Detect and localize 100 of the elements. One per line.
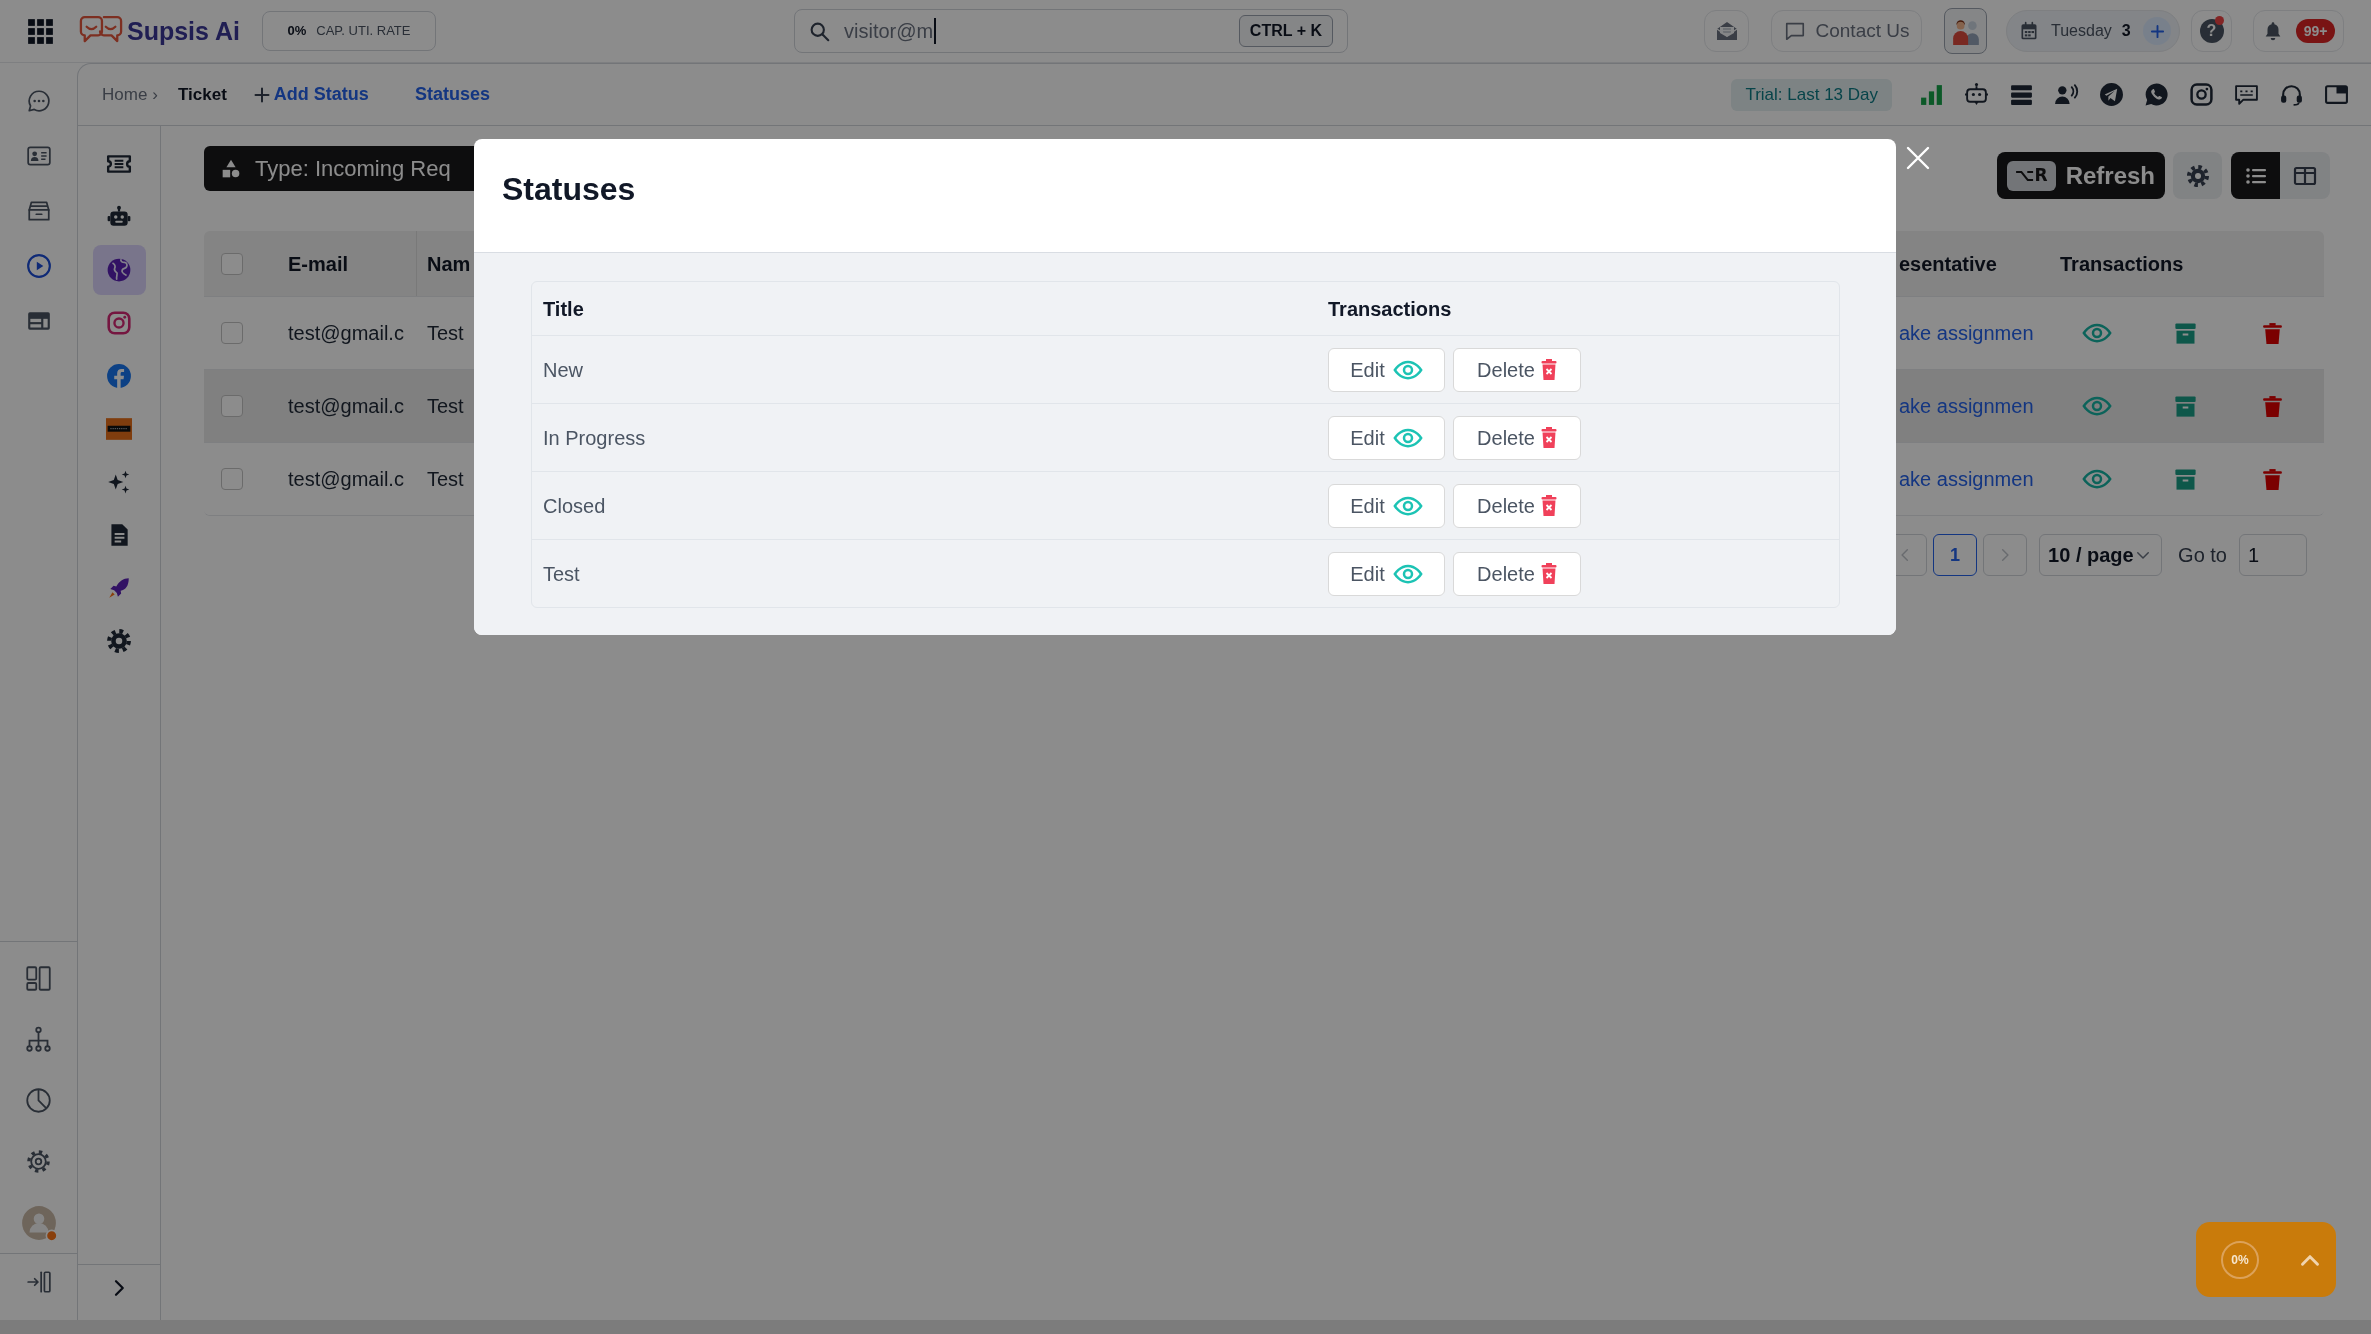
breadcrumb-separator: › xyxy=(152,83,159,106)
add-status-link[interactable]: Add Status xyxy=(253,81,369,108)
sms-bubble-icon[interactable] xyxy=(2234,82,2259,107)
delete-button[interactable]: Delete xyxy=(1453,347,1581,392)
cap-rate-label: CAP. UTI. RATE xyxy=(316,22,411,41)
checkbox[interactable] xyxy=(221,252,243,275)
table-cell-text: test@gmail.c xyxy=(287,321,405,346)
trash-icon xyxy=(1540,495,1557,516)
chat-bubble-icon xyxy=(1783,20,1806,42)
help-icon: ? xyxy=(2199,19,2224,43)
layout-icon[interactable] xyxy=(25,965,52,992)
text-cursor xyxy=(934,18,937,44)
notification-count: 99+ xyxy=(2295,19,2336,43)
shortcut-badge: ⌥R xyxy=(2006,160,2056,191)
table-cell-text: test@gmail.c xyxy=(287,394,405,419)
channel-button[interactable] xyxy=(92,245,146,295)
delete-button[interactable]: Delete xyxy=(1453,483,1581,528)
table-cell-text: Test xyxy=(542,561,581,587)
search-field[interactable]: visitor@m CTRL + K xyxy=(794,9,1348,53)
page-button[interactable]: 1 xyxy=(1933,534,1978,576)
column-header: Nam xyxy=(426,251,472,277)
edit-button[interactable]: Edit xyxy=(1328,347,1445,392)
calendar-icon xyxy=(2019,21,2039,41)
breadcrumb-link[interactable]: Home xyxy=(102,81,148,108)
help-button[interactable]: ? xyxy=(2191,10,2232,52)
breadcrumb-current: Ticket xyxy=(178,83,227,106)
hierarchy-icon[interactable] xyxy=(25,1026,52,1053)
trash-icon xyxy=(1540,563,1557,584)
trash-icon xyxy=(1540,427,1557,448)
globe-icon xyxy=(106,257,132,283)
rocket-icon xyxy=(106,575,132,601)
phone-bubble-icon[interactable] xyxy=(2144,82,2169,107)
shapes-icon xyxy=(221,158,241,179)
edit-button[interactable]: Edit xyxy=(1328,551,1445,596)
date-number: 3 xyxy=(2121,21,2131,41)
column-header: Transactions xyxy=(1328,296,1453,322)
notifications-button[interactable]: 99+ xyxy=(2253,10,2344,52)
column-header: Title xyxy=(542,296,585,322)
apps-grid-icon[interactable] xyxy=(27,17,54,45)
logo-text: Supsis Ai xyxy=(127,18,240,44)
goto-label: Go to xyxy=(2178,543,2227,568)
table-cell-text: Test xyxy=(426,467,465,492)
chat-bubble-icon[interactable] xyxy=(25,87,52,114)
delete-button[interactable]: Delete xyxy=(1453,415,1581,460)
headset-icon[interactable] xyxy=(2279,82,2304,107)
table-cell-text: Closed xyxy=(542,493,607,519)
table-cell-text: test@gmail.c xyxy=(287,467,405,492)
settings-icon xyxy=(2185,163,2210,188)
modal-title: Statuses xyxy=(502,170,637,208)
table-cell-text: New xyxy=(542,357,584,383)
plus-icon xyxy=(253,86,270,103)
logo-tile-icon xyxy=(106,416,132,442)
list-view-button[interactable] xyxy=(2231,152,2280,199)
table-cell-text: Test xyxy=(426,321,465,346)
close-icon[interactable] xyxy=(1906,146,1930,170)
person-speaking-icon[interactable] xyxy=(2054,82,2079,107)
signal-bars-icon[interactable] xyxy=(1919,82,1944,107)
plus-icon xyxy=(2149,23,2165,39)
edit-button[interactable]: Edit xyxy=(1328,483,1445,528)
delete-button[interactable]: Delete xyxy=(1453,551,1581,596)
column-header: esentative xyxy=(1898,251,1998,277)
page-size-select[interactable]: 10 / page xyxy=(2039,534,2163,576)
settings-icon[interactable] xyxy=(25,1148,52,1175)
server-icon[interactable] xyxy=(2009,82,2034,107)
sidebar-toggle-icon[interactable] xyxy=(25,1269,52,1295)
date-day: Tuesday xyxy=(2051,19,2112,43)
trash-icon xyxy=(1540,359,1557,380)
gear-icon xyxy=(106,628,132,654)
edit-button[interactable]: Edit xyxy=(1328,415,1445,460)
contact-button[interactable]: Contact Us xyxy=(1771,10,1922,52)
people-button[interactable] xyxy=(1944,8,1987,54)
column-header: Transactions xyxy=(2059,251,2185,277)
eye-icon xyxy=(1392,359,1423,380)
paper-plane-icon[interactable] xyxy=(2099,82,2124,107)
shortcut-badge: CTRL + K xyxy=(1238,15,1333,47)
envelope-icon xyxy=(1714,19,1739,43)
robot-chat-icon[interactable] xyxy=(1964,82,1989,107)
table-cell-text: In Progress xyxy=(542,425,647,451)
mail-button[interactable] xyxy=(1704,10,1749,52)
goto-field[interactable]: 1 xyxy=(2239,534,2307,576)
eye-icon xyxy=(1392,495,1423,516)
add-button[interactable] xyxy=(2143,17,2171,45)
progress-percent: 0% xyxy=(2221,1240,2259,1279)
instagram-icon xyxy=(106,310,132,336)
window-icon[interactable] xyxy=(2324,82,2349,107)
trial-badge: Trial: Last 13 Day xyxy=(1731,78,1892,111)
cap-rate-value: 0% xyxy=(287,22,307,41)
avatar-icon[interactable] xyxy=(19,1203,58,1242)
statuses-link[interactable]: Statuses xyxy=(414,81,490,108)
refresh-button[interactable]: ⌥R Refresh xyxy=(1997,152,2165,199)
checkbox[interactable] xyxy=(221,395,243,417)
checkbox[interactable] xyxy=(221,322,243,344)
instagram-icon[interactable] xyxy=(2189,82,2214,107)
date-badge[interactable]: Tuesday 3 xyxy=(2006,10,2180,52)
checkbox[interactable] xyxy=(221,468,243,490)
facebook-icon xyxy=(106,363,132,389)
filter-button[interactable]: Type: Incoming Req xyxy=(204,146,475,191)
play-circle-icon[interactable] xyxy=(25,252,52,279)
pie-chart-icon[interactable] xyxy=(25,1087,52,1114)
settings-button[interactable] xyxy=(2173,152,2222,199)
